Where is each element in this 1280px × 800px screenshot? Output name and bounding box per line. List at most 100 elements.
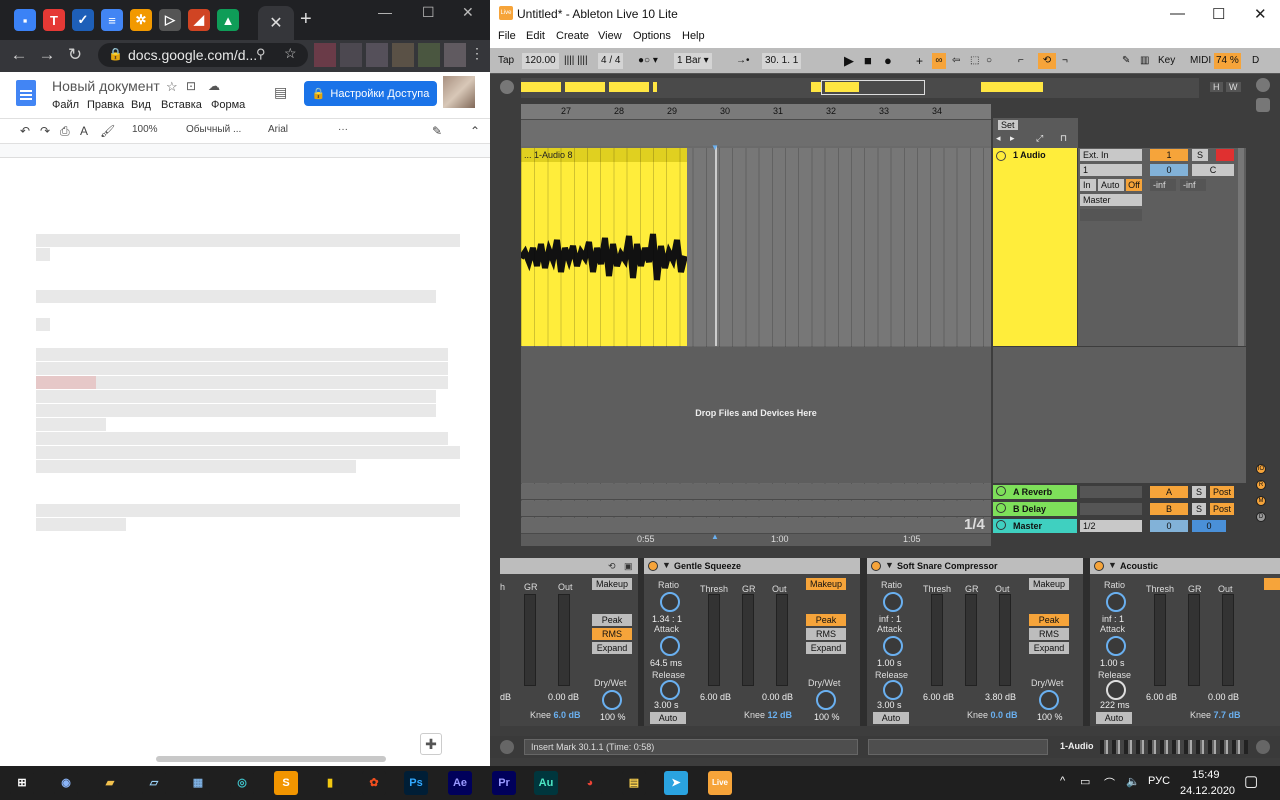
back-to-arrangement-icon[interactable]: ⇦ — [952, 53, 960, 69]
language-indicator[interactable]: РУС — [1148, 775, 1170, 787]
arrow-right-icon[interactable]: ▸ — [1010, 133, 1015, 144]
wifi-icon[interactable]: ⌒ — [1104, 775, 1115, 791]
auto-release-button[interactable]: Auto — [873, 712, 909, 724]
url-input[interactable]: docs.google.com/d... — [98, 43, 308, 67]
attack-knob[interactable] — [660, 636, 680, 656]
device-power-icon[interactable] — [648, 561, 658, 571]
chevron-down-icon[interactable]: ▼ — [1108, 560, 1117, 570]
clip-overview[interactable] — [1100, 740, 1248, 754]
horizontal-scrollbar[interactable] — [156, 756, 386, 762]
arrow-left-icon[interactable]: ◂ — [996, 133, 1001, 144]
rms-button[interactable]: RMS — [806, 628, 846, 640]
network-icon[interactable]: ▭ — [1080, 775, 1090, 788]
makeup-button[interactable]: Makeup — [1029, 578, 1069, 590]
tap-button[interactable]: Tap — [498, 53, 514, 69]
menu-file[interactable]: Файл — [52, 99, 79, 111]
device-title[interactable]: Acoustic — [1090, 558, 1280, 574]
drywet-knob[interactable] — [816, 690, 836, 710]
cue-out-select[interactable]: 1/2 — [1080, 520, 1142, 532]
sublime-icon[interactable]: S — [274, 771, 298, 795]
aftereffects-icon[interactable]: Ae — [448, 771, 472, 795]
threshold-meter[interactable] — [708, 594, 720, 686]
drywet-knob[interactable] — [1039, 690, 1059, 710]
arm-button[interactable] — [1216, 149, 1234, 161]
knee-control[interactable]: Knee 7.7 dB — [1190, 710, 1241, 720]
delay-toggle-icon[interactable]: D — [1256, 512, 1266, 522]
extension-icon[interactable]: ✲ — [130, 9, 152, 31]
extension-icon[interactable] — [418, 43, 440, 67]
comments-icon[interactable]: ▤ — [274, 84, 287, 101]
out-value[interactable]: 0.00 dB — [548, 692, 579, 702]
follow-button[interactable]: →• — [736, 53, 750, 69]
drive-icon[interactable]: ▲ — [217, 9, 239, 31]
maximize-button[interactable]: ☐ — [1212, 5, 1225, 23]
attack-value[interactable]: 64.5 ms — [650, 658, 682, 668]
release-knob[interactable] — [1106, 680, 1126, 700]
send-icon[interactable]: ▷ — [159, 9, 181, 31]
stop-icon[interactable]: ■ — [864, 53, 872, 69]
io-toggle-icon[interactable]: IO — [1256, 464, 1266, 474]
track-number-button[interactable]: 1 — [1150, 149, 1188, 161]
return-track-a-header[interactable]: A Reverb — [993, 485, 1077, 499]
clip-name[interactable]: ... 1-Audio 8 — [521, 148, 687, 162]
threshold-value[interactable]: 6.00 dB — [700, 692, 731, 702]
style-select[interactable]: Обычный ... — [186, 124, 241, 135]
lock-icon[interactable]: ⊓ — [1060, 133, 1067, 144]
out-meter[interactable] — [999, 594, 1011, 686]
tray-chevron-icon[interactable]: ^ — [1060, 775, 1065, 787]
live-icon[interactable]: Live — [708, 771, 732, 795]
punch-out-icon[interactable]: ¬ — [1062, 53, 1068, 69]
drywet-knob[interactable] — [602, 690, 622, 710]
input-type-select[interactable]: Ext. In — [1080, 149, 1142, 161]
files-icon[interactable]: ▤ — [622, 771, 646, 795]
knee-value[interactable]: 6.0 dB — [554, 710, 581, 720]
return-lane-b[interactable] — [521, 501, 991, 517]
rms-button[interactable]: RMS — [1029, 628, 1069, 640]
new-tab-button[interactable]: + — [300, 8, 312, 31]
app-icon[interactable]: ◉ — [54, 771, 78, 795]
add-icon[interactable]: ✚ — [420, 733, 442, 755]
ruler[interactable] — [0, 144, 490, 158]
start-icon[interactable]: ⊞ — [10, 771, 34, 795]
peak-button[interactable]: Peak — [806, 614, 846, 626]
return-a-letter[interactable]: A — [1150, 486, 1188, 498]
menu-view[interactable]: View — [598, 30, 622, 42]
ratio-value[interactable]: inf : 1 — [879, 614, 901, 624]
ratio-knob[interactable] — [883, 592, 903, 612]
solo-button[interactable]: S — [1192, 149, 1208, 161]
detail-toggle-icon[interactable] — [1256, 740, 1270, 754]
out-meter[interactable] — [776, 594, 788, 686]
menu-create[interactable]: Create — [556, 30, 589, 42]
attack-value[interactable]: 1.00 s — [1100, 658, 1125, 668]
out-meter[interactable] — [558, 594, 570, 686]
chevron-down-icon[interactable] — [500, 80, 514, 94]
return-b-name[interactable]: B Delay — [1013, 504, 1046, 514]
chevron-down-icon[interactable]: ▼ — [885, 560, 894, 570]
return-b-send[interactable] — [1080, 503, 1142, 515]
audio-track-header[interactable]: 1 Audio — [993, 148, 1077, 346]
return-b-letter[interactable]: B — [1150, 503, 1188, 515]
expand-icon[interactable]: ⤢ — [1036, 133, 1043, 144]
menu-options[interactable]: Options — [633, 30, 671, 42]
monitor-auto-button[interactable]: Auto — [1098, 179, 1124, 191]
threshold-meter[interactable] — [1154, 594, 1166, 686]
session-record-icon[interactable]: ○ — [986, 53, 992, 69]
position-field[interactable]: 30. 1. 1 — [762, 53, 802, 69]
locator-lane[interactable] — [521, 120, 991, 146]
return-a-send[interactable] — [1080, 486, 1142, 498]
hotswap-icon[interactable]: ⟲ — [608, 561, 616, 572]
input-channel-select[interactable]: 1 — [1080, 164, 1142, 176]
loop-icon[interactable]: ⟲ — [1038, 53, 1056, 69]
close-tab-icon[interactable]: ✕ — [269, 13, 282, 33]
record-icon[interactable]: ● — [884, 53, 892, 69]
time-ruler[interactable]: 0:55 1:00 1:05 — [521, 534, 991, 546]
release-knob[interactable] — [660, 680, 680, 700]
nudge-icon[interactable]: |||| |||| — [564, 53, 588, 69]
telegram-icon[interactable]: ➤ — [664, 771, 688, 795]
premiere-icon[interactable]: Pr — [492, 771, 516, 795]
clock-date[interactable]: 24.12.2020 — [1180, 785, 1235, 797]
master-name[interactable]: Master — [1013, 521, 1042, 531]
mixer-toggle-icon[interactable]: M — [1256, 496, 1266, 506]
threshold-meter[interactable] — [931, 594, 943, 686]
extension-icon[interactable] — [340, 43, 362, 67]
